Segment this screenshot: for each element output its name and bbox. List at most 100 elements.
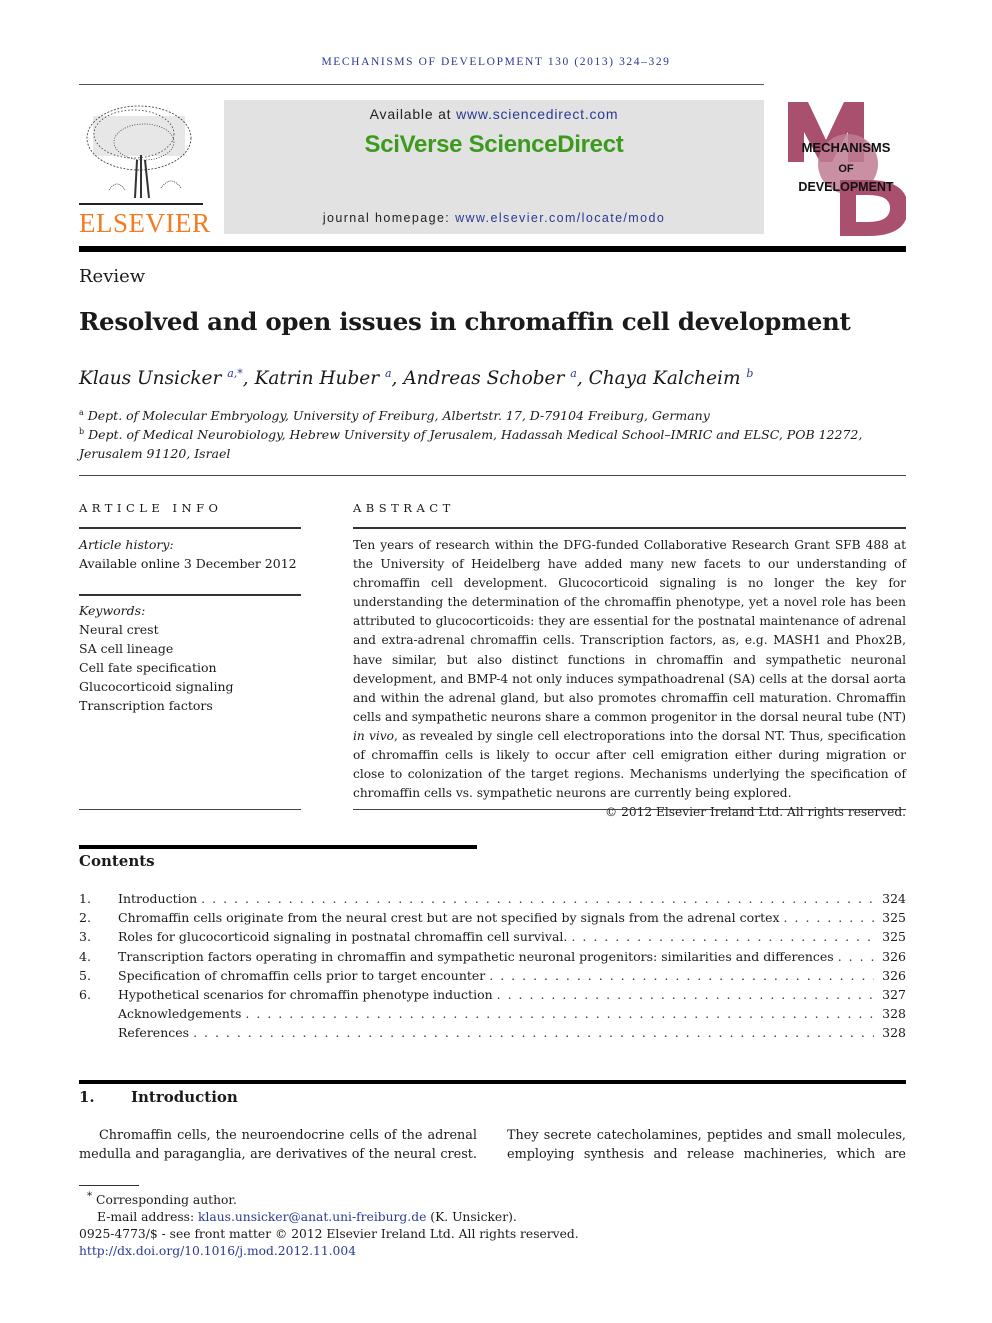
author-affiliation-link[interactable]: b xyxy=(746,367,753,380)
article-info-divider xyxy=(79,527,301,529)
toc-number: 4. xyxy=(79,948,91,964)
author-separator: , xyxy=(576,368,589,390)
keyword: Glucocorticoid signaling xyxy=(79,679,234,694)
journal-logo[interactable]: MECHANISMS OF DEVELOPMENT xyxy=(786,100,908,236)
issn-line: 0925-4773/$ - see front matter © 2012 El… xyxy=(79,1227,579,1242)
introduction-heading: 1. Introduction xyxy=(79,1088,238,1106)
footnotes: * Corresponding author. E-mail address: … xyxy=(79,1188,579,1260)
toc-page[interactable]: 327 xyxy=(878,987,906,1002)
toc-item[interactable]: Acknowledgements . . . . . . . . . . . . … xyxy=(79,1006,906,1025)
affiliation-text: Dept. of Molecular Embryology, Universit… xyxy=(87,408,710,424)
abstract-body: Ten years of research within the DFG-fun… xyxy=(353,536,906,822)
author-affiliation-link[interactable]: a,* xyxy=(227,367,243,380)
mod-logo-line2: OF xyxy=(838,163,854,175)
toc-page[interactable]: 324 xyxy=(878,891,906,906)
toc-label[interactable]: Chromaffin cells originate from the neur… xyxy=(118,910,780,925)
journal-banner: Available at www.sciencedirect.com SciVe… xyxy=(224,100,764,234)
doi-link[interactable]: http://dx.doi.org/10.1016/j.mod.2012.11.… xyxy=(79,1243,579,1260)
toc-leader: . . . . . . . . . . . . . . . . . . . . … xyxy=(783,910,874,926)
article-info-bottom-divider xyxy=(79,809,301,810)
mod-logo-icon: MECHANISMS OF DEVELOPMENT xyxy=(788,102,908,236)
mod-logo-line3: DEVELOPMENT xyxy=(798,180,894,194)
toc-item[interactable]: 1. Introduction . . . . . . . . . . . . . … xyxy=(79,891,906,910)
section-number: 1. xyxy=(79,1088,95,1106)
toc-number: 5. xyxy=(79,967,91,983)
sciverse-logo[interactable]: SciVerse ScienceDirect xyxy=(224,131,764,159)
affiliation: b Dept. of Medical Neurobiology, Hebrew … xyxy=(79,422,906,463)
toc-page[interactable]: 325 xyxy=(878,910,906,925)
body-line: medulla and paraganglia, are derivatives… xyxy=(79,1147,477,1163)
header-divider xyxy=(79,84,764,85)
keywords-block: Keywords: Neural crest SA cell lineage C… xyxy=(79,601,234,715)
toc-number: 1. xyxy=(79,891,91,906)
email-link[interactable]: klaus.unsicker@anat.uni-freiburg.de xyxy=(198,1210,426,1224)
abstract-bottom-divider xyxy=(353,809,906,810)
abstract-italic: in vivo xyxy=(353,728,394,743)
toc-label[interactable]: References xyxy=(118,1025,189,1040)
homepage-link[interactable]: www.elsevier.com/locate/modo xyxy=(455,211,665,225)
toc-leader: . . . . . . . . . . . . . . . . . . . . … xyxy=(571,929,874,945)
journal-homepage: journal homepage: www.elsevier.com/locat… xyxy=(224,211,764,225)
introduction-divider xyxy=(79,1080,906,1084)
toc-page[interactable]: 328 xyxy=(878,1006,906,1021)
body-line: Chromaffin cells, the neuroendocrine cel… xyxy=(99,1128,477,1143)
article-title: Resolved and open issues in chromaffin c… xyxy=(79,307,851,336)
toc-page[interactable]: 326 xyxy=(878,949,906,964)
toc-item[interactable]: 3. Roles for glucocorticoid signaling in … xyxy=(79,929,906,948)
corresponding-author-note: * Corresponding author. xyxy=(79,1188,579,1209)
email-suffix: (K. Unsicker). xyxy=(426,1210,517,1225)
toc-item[interactable]: 6. Hypothetical scenarios for chromaffin … xyxy=(79,987,906,1006)
keywords-label: Keywords: xyxy=(79,603,146,618)
sciencedirect-link[interactable]: www.sciencedirect.com xyxy=(456,106,618,122)
toc-page[interactable]: 326 xyxy=(878,968,906,983)
toc-item[interactable]: 4. Transcription factors operating in chr… xyxy=(79,949,906,968)
toc-leader: . . . . . . . . . . . . . . . . . . . . … xyxy=(489,967,874,983)
toc-label[interactable]: Transcription factors operating in chrom… xyxy=(118,949,834,964)
author-name: Klaus Unsicker xyxy=(79,368,222,390)
toc-number: 6. xyxy=(79,986,91,1002)
author-name: Katrin Huber xyxy=(254,368,380,390)
affiliation-mark: a xyxy=(79,408,84,417)
abstract-divider xyxy=(353,527,906,529)
homepage-label: journal homepage: xyxy=(322,211,456,225)
footnote-mark: * xyxy=(87,1190,93,1202)
toc-label[interactable]: Introduction xyxy=(118,891,197,906)
keyword: SA cell lineage xyxy=(79,641,174,656)
keyword: Neural crest xyxy=(79,622,159,637)
toc-page[interactable]: 325 xyxy=(878,929,906,944)
running-head: MECHANISMS OF DEVELOPMENT 130 (2013) 324… xyxy=(321,56,671,68)
toc-leader: . . . . . . . . . . . . . . . . . . . . … xyxy=(193,1025,874,1041)
toc-item[interactable]: 2. Chromaffin cells originate from the ne… xyxy=(79,910,906,929)
toc-leader: . . . . . . . . . . . . . . . . . . . . … xyxy=(245,1006,874,1022)
footnote-divider xyxy=(79,1185,139,1186)
header-thick-divider xyxy=(79,246,906,252)
mod-logo-line1: MECHANISMS xyxy=(802,140,891,155)
toc-leader: . . . . . . . . . . . . . . . . . . . . … xyxy=(496,986,874,1002)
toc-label[interactable]: Hypothetical scenarios for chromaffin ph… xyxy=(118,987,493,1002)
toc-leader: . . . . . . . . . . . . . . . . . . . . … xyxy=(837,948,874,964)
article-history-value: Available online 3 December 2012 xyxy=(79,556,297,571)
toc-item[interactable]: 5. Specification of chromaffin cells prio… xyxy=(79,968,906,987)
keyword: Transcription factors xyxy=(79,698,213,713)
abstract-text-part: Ten years of research within the DFG-fun… xyxy=(353,538,906,724)
abstract-text: Ten years of research within the DFG-fun… xyxy=(353,536,906,803)
contents-divider xyxy=(79,845,477,849)
email-label: E-mail address: xyxy=(97,1210,199,1225)
title-divider xyxy=(79,475,906,476)
article-history-label: Article history: xyxy=(79,537,174,552)
elsevier-logo[interactable]: ELSEVIER xyxy=(79,100,210,238)
toc-number: 3. xyxy=(79,929,91,945)
table-of-contents: 1. Introduction . . . . . . . . . . . . . … xyxy=(79,891,906,1045)
toc-label[interactable]: Specification of chromaffin cells prior … xyxy=(118,968,485,983)
toc-item[interactable]: References . . . . . . . . . . . . . . . … xyxy=(79,1025,906,1044)
author-separator: , xyxy=(391,368,404,390)
body-line: employing synthesis and release machiner… xyxy=(507,1147,906,1163)
toc-label[interactable]: Roles for glucocorticoid signaling in po… xyxy=(118,929,567,944)
author-name: Andreas Schober xyxy=(403,368,565,390)
toc-label[interactable]: Acknowledgements xyxy=(118,1006,241,1021)
toc-page[interactable]: 328 xyxy=(878,1025,906,1040)
article-type: Review xyxy=(79,266,146,287)
author-list: Klaus Unsicker a,*, Katrin Huber a, Andr… xyxy=(79,367,753,389)
keywords-divider xyxy=(79,594,301,596)
affiliation-text: Dept. of Medical Neurobiology, Hebrew Un… xyxy=(79,427,863,462)
